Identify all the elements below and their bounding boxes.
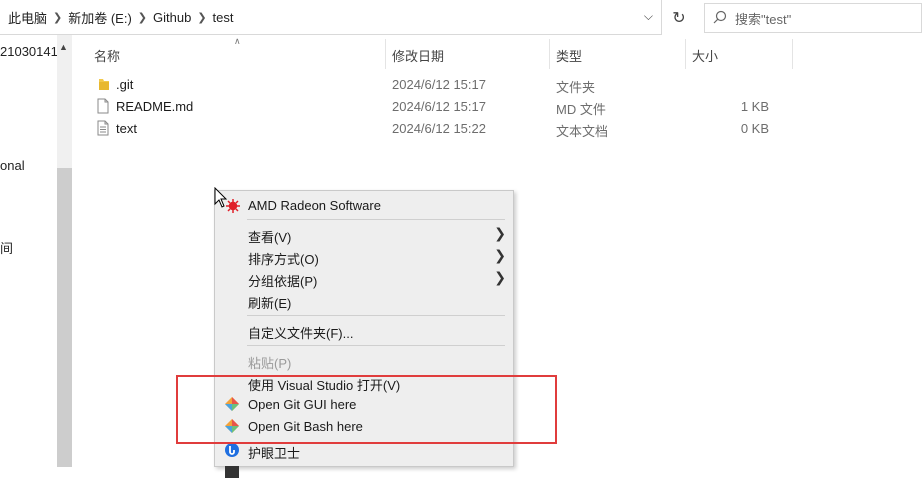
menu-label: 刷新(E) bbox=[248, 296, 292, 311]
menu-label: 粘贴(P) bbox=[248, 356, 292, 371]
menu-item-customize-folder[interactable]: 自定义文件夹(F)... bbox=[215, 319, 515, 341]
nav-item[interactable]: 21030141 bbox=[0, 44, 58, 59]
breadcrumb-github[interactable]: Github bbox=[153, 10, 191, 25]
eye-guard-icon bbox=[225, 443, 239, 457]
chevron-right-icon: ❯ bbox=[494, 247, 506, 263]
file-modified: 2024/6/12 15:17 bbox=[392, 77, 486, 92]
column-size[interactable]: 大小 bbox=[692, 46, 718, 65]
file-type: 文本文档 bbox=[556, 124, 609, 139]
file-size: 1 KB bbox=[740, 99, 769, 114]
scrollbar-thumb[interactable] bbox=[57, 168, 72, 467]
file-modified: 2024/6/12 15:17 bbox=[392, 99, 486, 114]
nav-item[interactable]: onal bbox=[0, 158, 25, 173]
file-type: MD 文件 bbox=[556, 102, 606, 117]
menu-item-sort[interactable]: 排序方式(O) ❯ bbox=[215, 245, 515, 267]
refresh-icon: ↻ bbox=[672, 10, 686, 27]
file-row[interactable]: text 2024/6/12 15:22 文本文档 0 KB bbox=[72, 117, 922, 139]
menu-label: 护眼卫士 bbox=[248, 446, 301, 461]
chevron-down-icon[interactable]: ⌵ bbox=[644, 9, 653, 24]
breadcrumb-test[interactable]: test bbox=[213, 10, 234, 25]
file-row[interactable]: .git 2024/6/12 15:17 文件夹 bbox=[72, 73, 922, 95]
file-name: README.md bbox=[116, 99, 194, 114]
refresh-button[interactable]: ↻ bbox=[665, 4, 693, 32]
column-type[interactable]: 类型 bbox=[556, 46, 582, 65]
folder-icon bbox=[99, 79, 109, 90]
menu-item-view[interactable]: 查看(V) ❯ bbox=[215, 223, 515, 245]
file-size: 0 KB bbox=[740, 121, 769, 136]
menu-item-group[interactable]: 分组依据(P) ❯ bbox=[215, 267, 515, 289]
highlight-annotation-box bbox=[176, 375, 557, 444]
menu-separator bbox=[247, 315, 505, 316]
nav-item[interactable]: 间 bbox=[0, 238, 13, 257]
column-divider[interactable] bbox=[792, 39, 793, 69]
search-input[interactable]: 搜索"test" bbox=[704, 3, 922, 33]
menu-label: 自定义文件夹(F)... bbox=[248, 326, 354, 341]
nav-scrollbar[interactable]: ▲ bbox=[57, 35, 72, 467]
file-icon bbox=[97, 98, 109, 114]
menu-label: 排序方式(O) bbox=[248, 252, 319, 267]
menu-label: 分组依据(P) bbox=[248, 274, 318, 289]
address-bar[interactable]: 此电脑 ❯ 新加卷 (E:) ❯ Github ❯ test ⌵ bbox=[0, 0, 662, 35]
chevron-right-icon: ❯ bbox=[494, 269, 506, 285]
text-file-icon bbox=[97, 120, 109, 136]
file-type: 文件夹 bbox=[556, 80, 596, 95]
file-name: .git bbox=[116, 77, 134, 92]
menu-item-amd-radeon[interactable]: AMD Radeon Software bbox=[215, 194, 515, 216]
menu-item-partial[interactable] bbox=[215, 461, 515, 483]
menu-item-paste[interactable]: 粘贴(P) bbox=[215, 349, 515, 371]
breadcrumb-this-pc[interactable]: 此电脑 bbox=[0, 8, 47, 27]
column-name[interactable]: 名称 bbox=[94, 46, 120, 65]
column-divider[interactable] bbox=[685, 39, 686, 69]
chevron-right-icon[interactable]: ❯ bbox=[191, 11, 212, 24]
menu-separator bbox=[247, 219, 505, 220]
search-placeholder: 搜索"test" bbox=[735, 11, 792, 27]
mouse-cursor-icon bbox=[214, 187, 228, 208]
column-divider[interactable] bbox=[549, 39, 550, 69]
file-modified: 2024/6/12 15:22 bbox=[392, 121, 486, 136]
menu-separator bbox=[247, 345, 505, 346]
chevron-right-icon: ❯ bbox=[494, 225, 506, 241]
search-icon bbox=[705, 10, 735, 27]
column-header-row: ∧ 名称 修改日期 类型 大小 bbox=[72, 35, 922, 71]
file-name: text bbox=[116, 121, 137, 136]
terminal-icon bbox=[225, 466, 239, 478]
menu-label: AMD Radeon Software bbox=[248, 198, 381, 213]
file-row[interactable]: README.md 2024/6/12 15:17 MD 文件 1 KB bbox=[72, 95, 922, 117]
breadcrumb-drive[interactable]: 新加卷 (E:) bbox=[68, 8, 132, 27]
column-divider[interactable] bbox=[385, 39, 386, 69]
menu-item-refresh[interactable]: 刷新(E) bbox=[215, 289, 515, 311]
menu-label: 查看(V) bbox=[248, 230, 292, 245]
chevron-right-icon[interactable]: ❯ bbox=[132, 11, 153, 24]
sort-ascending-icon: ∧ bbox=[234, 36, 241, 46]
scroll-up-icon[interactable]: ▲ bbox=[59, 42, 68, 52]
chevron-right-icon[interactable]: ❯ bbox=[47, 11, 68, 24]
column-modified[interactable]: 修改日期 bbox=[392, 46, 444, 65]
